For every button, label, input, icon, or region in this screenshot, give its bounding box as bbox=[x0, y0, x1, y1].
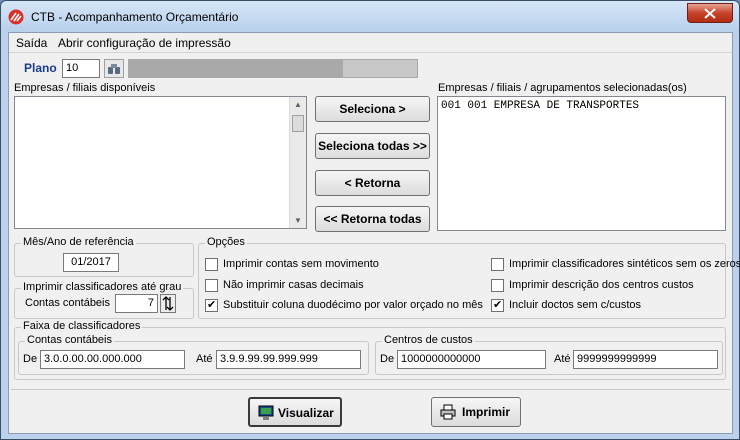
menu-item-saida[interactable]: Saída bbox=[16, 36, 47, 50]
contas-ate-input[interactable]: 3.9.9.99.99.999.999 bbox=[216, 350, 361, 369]
available-list-scrollbar[interactable]: ▲ ▼ bbox=[289, 97, 306, 228]
contas-ate-label: Até bbox=[196, 353, 213, 365]
monitor-icon bbox=[258, 405, 274, 420]
window-title: CTB - Acompanhamento Orçamentário bbox=[31, 10, 239, 24]
option-label: Imprimir descrição dos centros custos bbox=[509, 279, 694, 291]
checkbox-nao-imprimir-decimais[interactable] bbox=[205, 279, 218, 292]
checkbox-contas-sem-movimento[interactable] bbox=[205, 258, 218, 271]
referencia-group: Mês/Ano de referência 01/2017 bbox=[14, 236, 194, 277]
grau-spinner[interactable] bbox=[160, 294, 176, 313]
imprimir-button[interactable]: Imprimir bbox=[431, 397, 521, 427]
checkbox-doctos-sem-custos[interactable]: ✔ bbox=[491, 299, 504, 312]
seleciona-todas-button[interactable]: Seleciona todas >> bbox=[315, 133, 430, 159]
close-icon bbox=[704, 8, 716, 19]
faixa-contas-group: Contas contábeis De 3.0.0.00.00.000.000 … bbox=[18, 334, 369, 375]
option-label: Imprimir contas sem movimento bbox=[223, 258, 379, 270]
option-label: Substituir coluna duodécimo por valor or… bbox=[223, 299, 483, 311]
centros-ate-input[interactable]: 9999999999999 bbox=[573, 350, 718, 369]
selected-list-item[interactable]: 001 001 EMPRESA DE TRANSPORTES bbox=[441, 100, 639, 112]
checkmark-icon: ✔ bbox=[207, 299, 217, 311]
bottom-button-bar: Visualizar Imprimir bbox=[11, 389, 730, 432]
search-plano-button[interactable] bbox=[104, 59, 124, 78]
plano-input[interactable]: 10 bbox=[62, 59, 100, 78]
faixa-contas-label: Contas contábeis bbox=[25, 334, 114, 346]
visualizar-button[interactable]: Visualizar bbox=[248, 397, 342, 427]
contas-de-label: De bbox=[23, 353, 38, 365]
window: CTB - Acompanhamento Orçamentário Saída … bbox=[0, 0, 740, 440]
option-label: Incluir doctos sem c/custos bbox=[509, 299, 642, 311]
plano-label: Plano bbox=[24, 61, 57, 75]
scroll-down-icon[interactable]: ▼ bbox=[294, 216, 302, 225]
classificadores-label: Imprimir classificadores até grau bbox=[21, 281, 184, 293]
app-logo-icon bbox=[8, 9, 24, 25]
seleciona-button[interactable]: Seleciona > bbox=[315, 96, 430, 122]
opcoes-label: Opções bbox=[205, 236, 247, 248]
centros-de-input[interactable]: 1000000000000 bbox=[397, 350, 546, 369]
checkbox-classificadores-sinteticos[interactable] bbox=[491, 258, 504, 271]
printer-icon bbox=[440, 404, 456, 420]
imprimir-label: Imprimir bbox=[462, 405, 511, 419]
referencia-input[interactable]: 01/2017 bbox=[63, 253, 119, 272]
close-button[interactable] bbox=[687, 3, 733, 23]
classificadores-contas-label: Contas contábeis bbox=[25, 297, 110, 309]
checkbox-substituir-duodecimo[interactable]: ✔ bbox=[205, 299, 218, 312]
classificadores-group: Imprimir classificadores até grau Contas… bbox=[14, 281, 194, 319]
faixa-label: Faixa de classificadores bbox=[21, 320, 143, 332]
centros-de-label: De bbox=[380, 353, 395, 365]
title-bar[interactable]: CTB - Acompanhamento Orçamentário bbox=[1, 1, 739, 31]
opcoes-group: Opções Imprimir contas sem movimento Não… bbox=[198, 236, 740, 319]
selected-list[interactable]: 001 001 EMPRESA DE TRANSPORTES bbox=[437, 96, 726, 231]
faixa-group: Faixa de classificadores Contas contábei… bbox=[14, 320, 726, 380]
binoculars-icon bbox=[108, 64, 120, 74]
menu-item-abrir-configuracao[interactable]: Abrir configuração de impressão bbox=[58, 36, 231, 50]
faixa-centros-label: Centros de custos bbox=[382, 334, 475, 346]
checkmark-icon: ✔ bbox=[493, 299, 503, 311]
option-label: Imprimir classificadores sintéticos sem … bbox=[509, 258, 740, 270]
client-area: Saída Abrir configuração de impressão Pl… bbox=[8, 32, 740, 434]
plano-description-field bbox=[128, 59, 418, 78]
menu-bar: Saída Abrir configuração de impressão bbox=[9, 33, 732, 53]
checkbox-descricao-centros[interactable] bbox=[491, 279, 504, 292]
available-list-label: Empresas / filiais disponíveis bbox=[14, 82, 156, 94]
referencia-label: Mês/Ano de referência bbox=[21, 236, 136, 248]
grau-input[interactable]: 7 bbox=[115, 294, 158, 313]
retorna-todas-button[interactable]: << Retorna todas bbox=[315, 206, 430, 232]
centros-ate-label: Até bbox=[554, 353, 571, 365]
available-list[interactable]: ▲ ▼ bbox=[14, 96, 307, 229]
scroll-thumb[interactable] bbox=[292, 115, 304, 132]
option-label: Não imprimir casas decimais bbox=[223, 279, 364, 291]
visualizar-label: Visualizar bbox=[278, 406, 334, 420]
retorna-button[interactable]: < Retorna bbox=[315, 170, 430, 196]
spinner-updown-icon bbox=[162, 296, 174, 311]
scroll-up-icon[interactable]: ▲ bbox=[294, 100, 302, 109]
contas-de-input[interactable]: 3.0.0.00.00.000.000 bbox=[40, 350, 185, 369]
selected-list-label: Empresas / filiais / agrupamentos seleci… bbox=[438, 82, 687, 94]
faixa-centros-group: Centros de custos De 1000000000000 Até 9… bbox=[375, 334, 723, 375]
